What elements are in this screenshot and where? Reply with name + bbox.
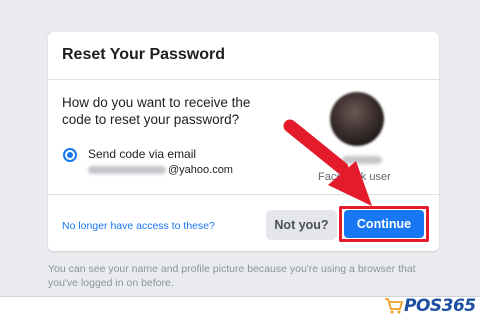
avatar: [330, 92, 384, 146]
dialog-divider: [48, 194, 439, 195]
browser-screen: Reset Your Password How do you want to r…: [0, 0, 480, 297]
reset-password-dialog: Reset Your Password How do you want to r…: [48, 32, 439, 251]
watermark-logo: POS365: [384, 296, 476, 316]
watermark-text: POS365: [404, 296, 476, 316]
redacted-email-user: [88, 166, 166, 174]
email-address: @yahoo.com: [88, 164, 233, 176]
dialog-title: Reset Your Password: [62, 46, 226, 63]
dialog-header: Reset Your Password: [48, 32, 439, 80]
not-you-button[interactable]: Not you?: [266, 210, 337, 240]
cart-icon: [385, 298, 403, 314]
reset-question: How do you want to receive the code to r…: [62, 95, 251, 127]
footnote: You can see your name and profile pictur…: [48, 263, 416, 289]
email-domain: @yahoo.com: [168, 164, 233, 176]
email-option-radio[interactable]: [63, 148, 77, 162]
no-access-link[interactable]: No longer have access to these?: [62, 220, 215, 232]
continue-button[interactable]: Continue: [344, 210, 424, 238]
email-option-label[interactable]: Send code via email: [88, 147, 196, 161]
redacted-user-name: [342, 156, 382, 164]
user-label: Facebook user: [318, 171, 391, 183]
